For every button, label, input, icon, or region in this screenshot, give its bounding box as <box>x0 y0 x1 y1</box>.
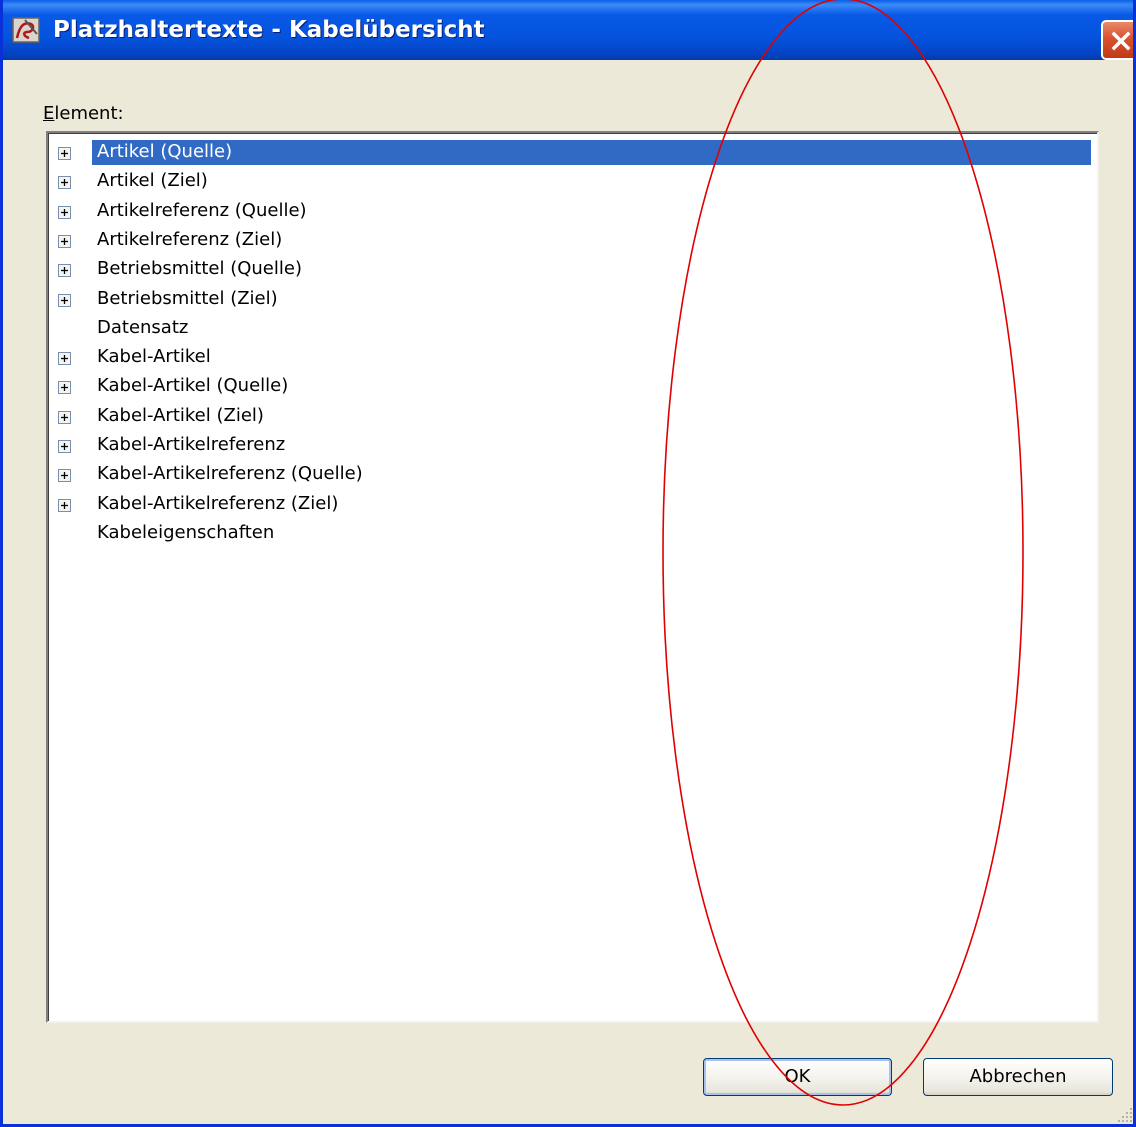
expand-plus-icon[interactable] <box>58 469 71 482</box>
tree-item-label: Kabel-Artikelreferenz <box>97 434 286 455</box>
expand-plus-icon[interactable] <box>58 147 71 160</box>
tree-item-label: Artikel (Ziel) <box>97 170 208 191</box>
ok-button[interactable]: OK <box>703 1058 892 1096</box>
tree-item-label: Kabel-Artikelreferenz (Quelle) <box>97 463 363 484</box>
expand-plus-icon[interactable] <box>58 381 71 394</box>
tree-item[interactable]: Betriebsmittel (Ziel) <box>48 286 1097 315</box>
expand-plus-icon[interactable] <box>58 499 71 512</box>
window-title: Platzhaltertexte - Kabelübersicht <box>53 17 485 43</box>
element-label-text: lement: <box>54 103 124 124</box>
tree-item-label: Betriebsmittel (Quelle) <box>97 258 302 279</box>
expand-plus-icon[interactable] <box>58 176 71 189</box>
expand-plus-icon[interactable] <box>58 352 71 365</box>
app-icon <box>12 17 40 43</box>
title-bar[interactable]: Platzhaltertexte - Kabelübersicht <box>3 0 1133 60</box>
tree-item-label: Kabel-Artikel (Ziel) <box>97 405 264 426</box>
expand-plus-icon[interactable] <box>58 235 71 248</box>
element-tree[interactable]: Artikel (Quelle) Artikel (Ziel) Artikelref… <box>46 131 1099 1023</box>
tree-item[interactable]: Datensatz <box>48 315 1097 344</box>
tree-item[interactable]: Kabel-Artikelreferenz (Ziel) <box>48 491 1097 520</box>
expand-plus-icon[interactable] <box>58 294 71 307</box>
tree-item[interactable]: Artikel (Ziel) <box>48 168 1097 197</box>
tree-item-label: Artikelreferenz (Quelle) <box>97 200 307 221</box>
dialog-window: Platzhaltertexte - Kabelübersicht Elemen… <box>0 0 1136 1127</box>
tree-item-label: Betriebsmittel (Ziel) <box>97 288 278 309</box>
tree-item[interactable]: Artikelreferenz (Quelle) <box>48 198 1097 227</box>
tree-item[interactable]: Kabel-Artikel (Quelle) <box>48 373 1097 402</box>
tree-item[interactable]: Kabel-Artikelreferenz (Quelle) <box>48 461 1097 490</box>
tree-item-label: Artikelreferenz (Ziel) <box>97 229 283 250</box>
tree-item-label: Kabel-Artikel <box>97 346 211 367</box>
element-label: Element: <box>43 103 124 124</box>
tree-item-label: Kabel-Artikelreferenz (Ziel) <box>97 493 339 514</box>
tree-item[interactable]: Kabel-Artikel (Ziel) <box>48 403 1097 432</box>
element-label-accesskey: E <box>43 103 55 124</box>
cancel-button[interactable]: Abbrechen <box>923 1058 1113 1096</box>
tree-item[interactable]: Kabeleigenschaften <box>48 520 1097 549</box>
tree-item-label: Kabeleigenschaften <box>97 522 275 543</box>
close-icon <box>1111 31 1131 51</box>
close-button[interactable] <box>1101 20 1133 60</box>
tree-item[interactable]: Betriebsmittel (Quelle) <box>48 256 1097 285</box>
selection-highlight <box>92 140 1091 165</box>
tree-item[interactable]: Artikel (Quelle) <box>48 139 1097 168</box>
tree-item[interactable]: Kabel-Artikelreferenz <box>48 432 1097 461</box>
expand-plus-icon[interactable] <box>58 206 71 219</box>
expand-plus-icon[interactable] <box>58 440 71 453</box>
resize-grip-icon[interactable] <box>1115 1104 1135 1124</box>
tree-item[interactable]: Artikelreferenz (Ziel) <box>48 227 1097 256</box>
tree-item-label: Kabel-Artikel (Quelle) <box>97 375 289 396</box>
tree-item[interactable]: Kabel-Artikel <box>48 344 1097 373</box>
expand-plus-icon[interactable] <box>58 411 71 424</box>
tree-item-label: Artikel (Quelle) <box>97 141 233 162</box>
expand-plus-icon[interactable] <box>58 264 71 277</box>
tree-item-label: Datensatz <box>97 317 189 338</box>
